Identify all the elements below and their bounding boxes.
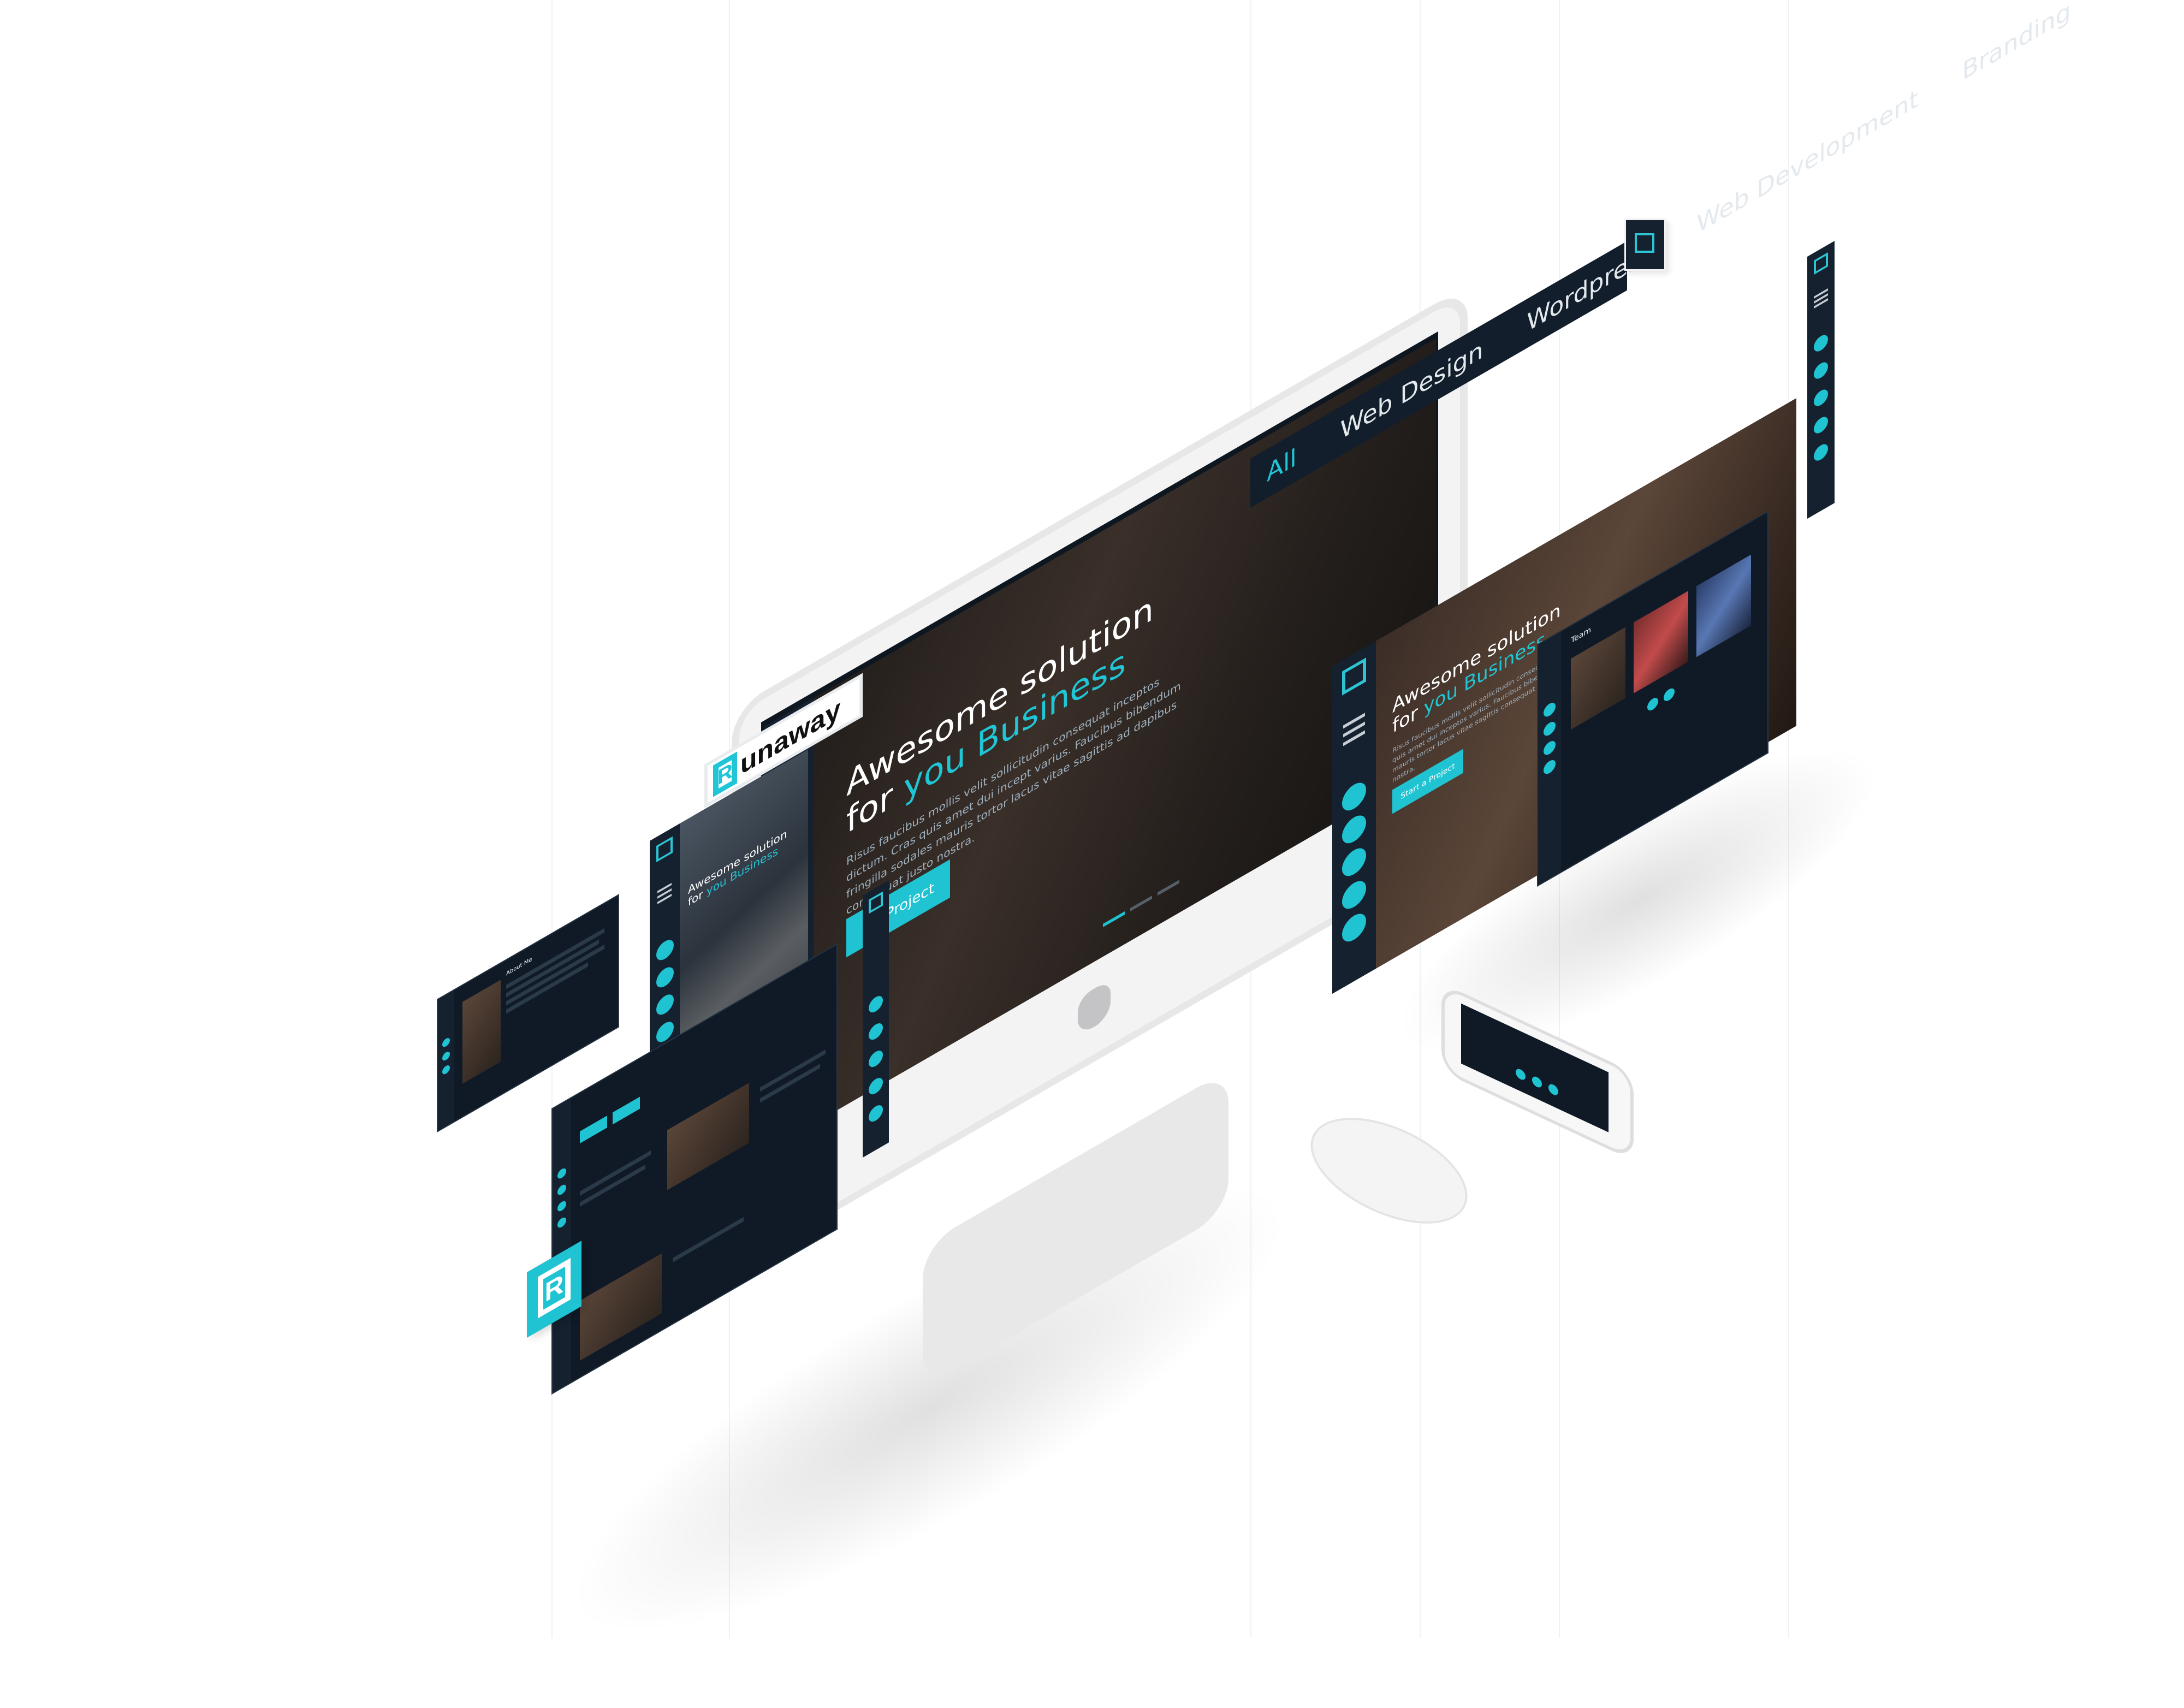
social-icon[interactable]	[1544, 719, 1556, 739]
filter-web-development[interactable]: Web Development	[1696, 84, 1918, 239]
magic-mouse	[1295, 1096, 1483, 1246]
right-sidebar	[1332, 640, 1376, 994]
social-icon[interactable]	[869, 1102, 883, 1125]
blog-post-image[interactable]	[667, 1082, 749, 1190]
social-icon[interactable]	[1342, 778, 1366, 816]
about-sidebar	[438, 990, 454, 1131]
social-icon[interactable]	[557, 1183, 566, 1197]
phone-nav-dot[interactable]	[1548, 1082, 1558, 1097]
blog-sidebar	[553, 1098, 571, 1393]
team-sidebar	[1538, 631, 1561, 885]
social-icon[interactable]	[656, 991, 674, 1019]
social-icon[interactable]	[442, 1064, 450, 1076]
filter-branding[interactable]: Branding	[1962, 0, 2071, 86]
text-placeholder	[506, 928, 604, 989]
logo-icon[interactable]	[1814, 252, 1828, 275]
text-placeholder	[580, 1150, 651, 1196]
social-icon[interactable]	[1814, 441, 1828, 464]
social-icon[interactable]	[557, 1199, 566, 1213]
logo-icon	[1635, 233, 1654, 253]
social-icon[interactable]	[1814, 359, 1828, 382]
carousel-dot[interactable]	[1647, 695, 1658, 713]
social-icon[interactable]	[656, 936, 674, 964]
filter-all[interactable]: All	[1267, 443, 1297, 488]
social-icon[interactable]	[1544, 700, 1556, 720]
social-icon[interactable]	[442, 1050, 450, 1063]
social-icon[interactable]	[1342, 876, 1366, 914]
social-icon[interactable]	[1342, 909, 1366, 947]
logo-icon[interactable]	[869, 891, 883, 914]
team-photo[interactable]	[1634, 591, 1688, 693]
social-icon[interactable]	[1342, 843, 1366, 881]
phone-nav-dot[interactable]	[1516, 1067, 1526, 1082]
text-placeholder	[506, 944, 604, 1006]
logo-icon[interactable]	[656, 836, 673, 863]
social-icon[interactable]	[557, 1166, 566, 1181]
social-icon[interactable]	[869, 1020, 883, 1043]
hamburger-menu-icon[interactable]	[1343, 713, 1365, 751]
carousel-dot[interactable]	[1664, 686, 1675, 704]
social-icon[interactable]	[557, 1215, 566, 1230]
team-title: Team	[1571, 625, 1592, 646]
apple-logo-icon	[1078, 979, 1111, 1036]
team-photo[interactable]	[1571, 627, 1625, 730]
social-icon[interactable]	[442, 1036, 450, 1049]
text-placeholder	[673, 1217, 744, 1262]
social-icon[interactable]	[1814, 387, 1828, 410]
logo-icon[interactable]	[1342, 657, 1366, 696]
social-icon[interactable]	[656, 963, 674, 992]
hamburger-menu-icon[interactable]	[657, 882, 672, 910]
phone-nav-dot[interactable]	[1532, 1075, 1542, 1089]
social-icon[interactable]	[1814, 332, 1828, 355]
social-icon[interactable]	[1814, 414, 1828, 437]
brand-mark-icon: R	[538, 1258, 571, 1319]
floating-sidebar	[1807, 241, 1835, 519]
blog-tag-button[interactable]	[613, 1096, 640, 1125]
hamburger-menu-icon[interactable]	[1814, 288, 1828, 309]
text-placeholder	[760, 1049, 826, 1092]
blog-post-image[interactable]	[580, 1253, 662, 1361]
social-icon[interactable]	[869, 993, 883, 1016]
social-icon[interactable]	[869, 1047, 883, 1070]
mid-sidebar-strip	[863, 880, 889, 1158]
social-icon[interactable]	[1544, 757, 1556, 777]
social-icon[interactable]	[1342, 810, 1366, 849]
about-photo	[462, 980, 501, 1084]
social-icon[interactable]	[1544, 738, 1556, 758]
blog-tag-button[interactable]	[580, 1116, 607, 1143]
social-icon[interactable]	[869, 1075, 883, 1098]
team-photo[interactable]	[1696, 554, 1751, 657]
floating-logo-tile	[1624, 218, 1666, 271]
brand-mark-icon: R	[713, 751, 737, 797]
